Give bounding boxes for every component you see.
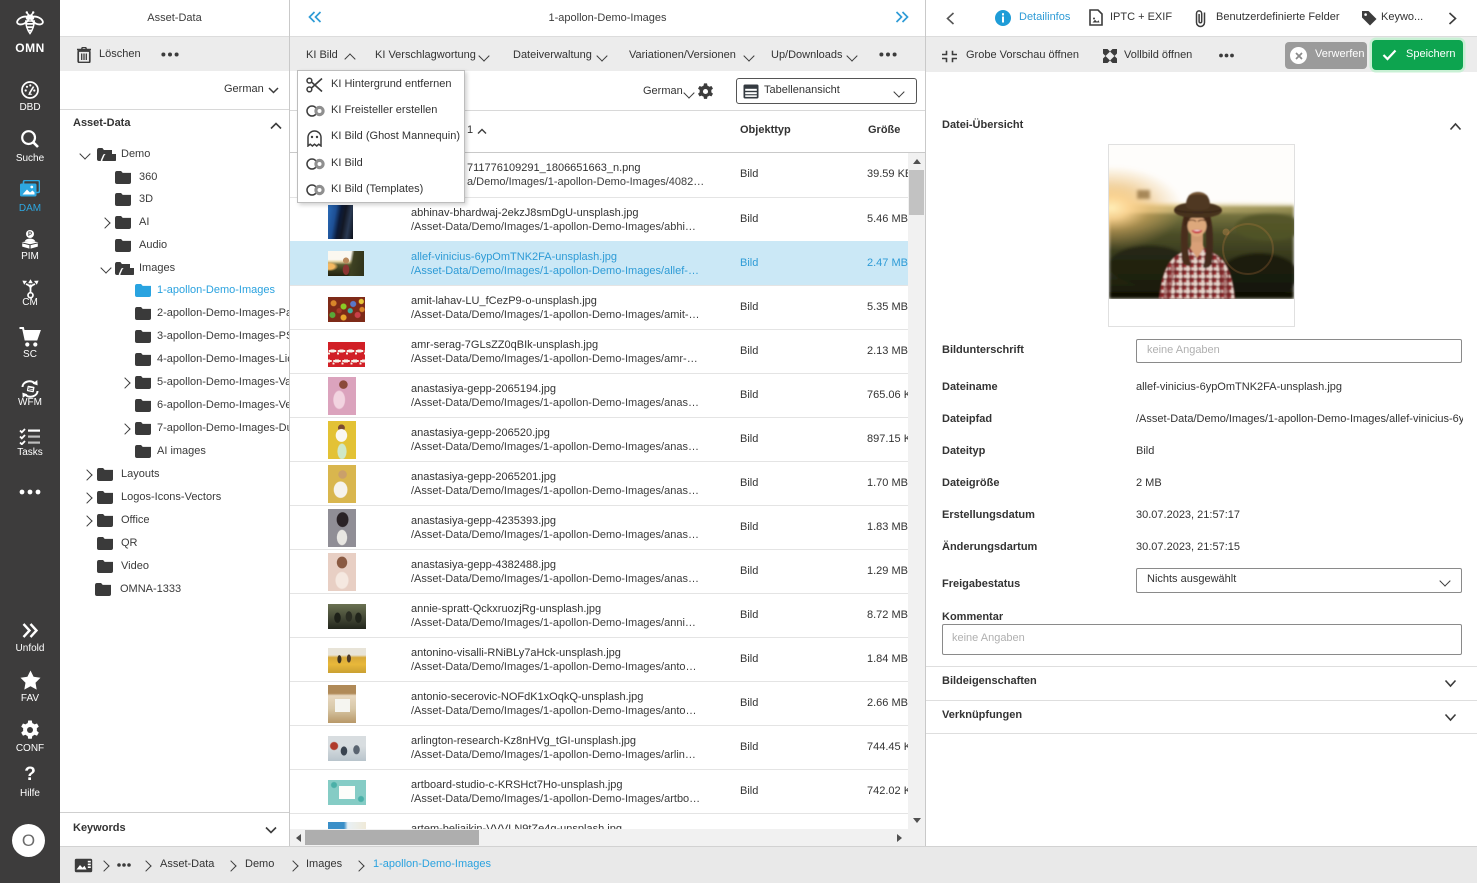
svg-text:P: P (28, 232, 32, 238)
